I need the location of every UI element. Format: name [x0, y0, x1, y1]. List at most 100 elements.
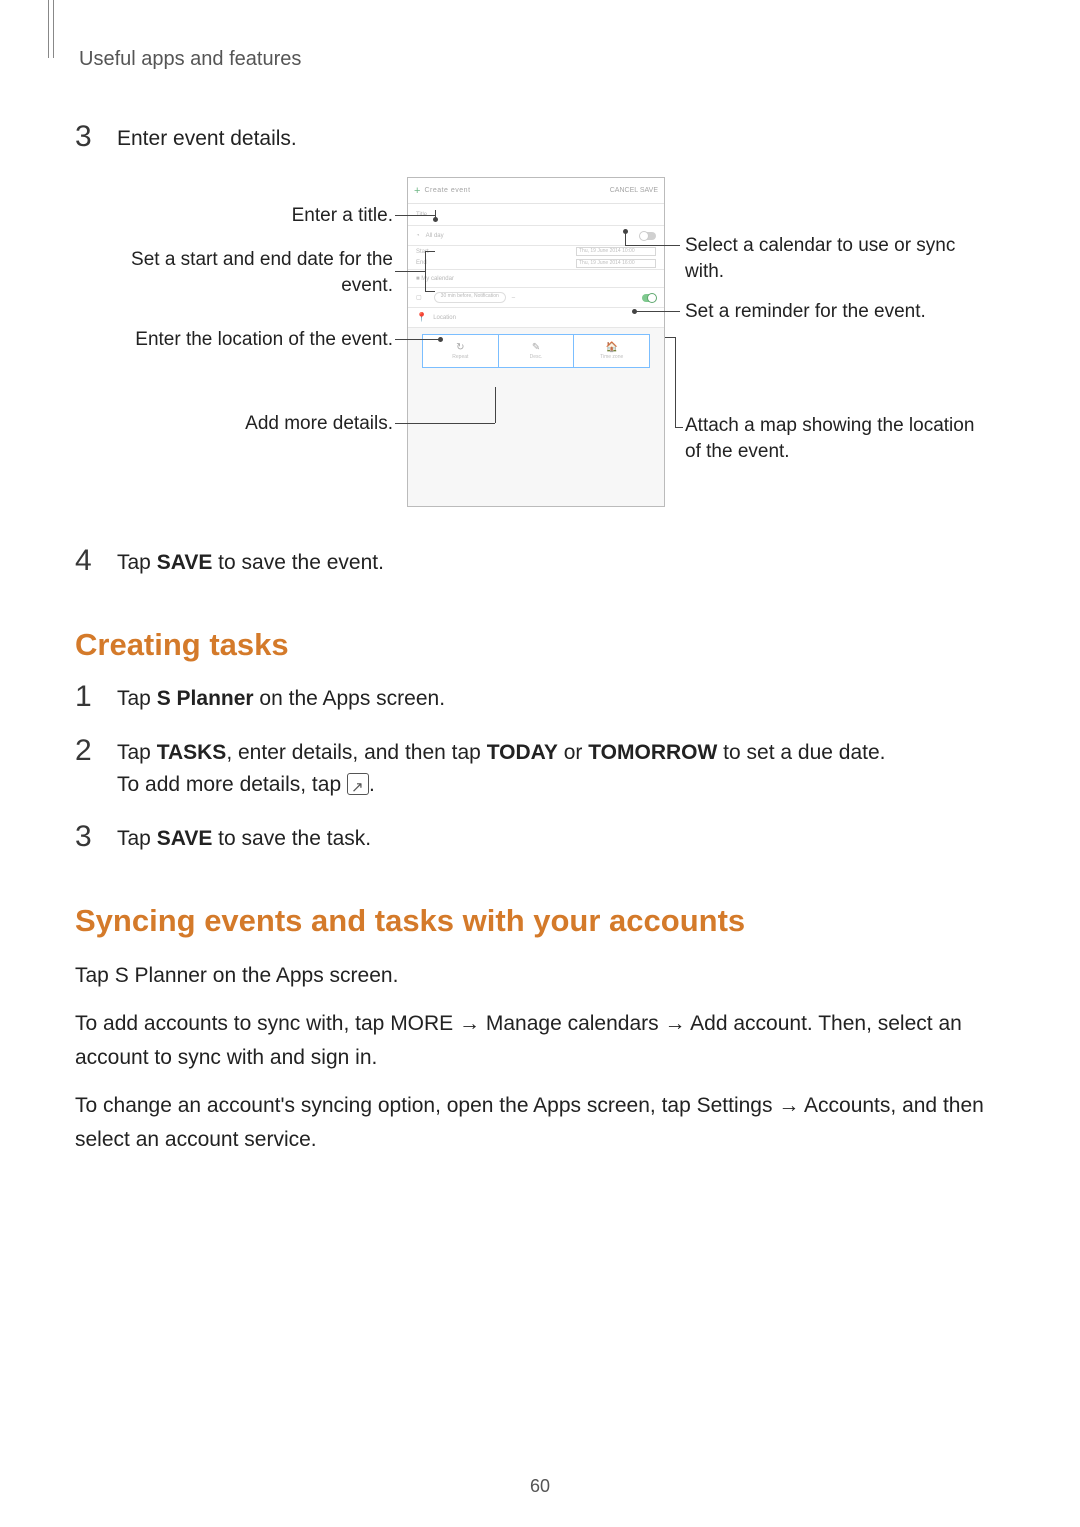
tab-tz-label: Time zone [600, 354, 623, 360]
detail-tabs: ↻Repeat ✎Desc. 🏠Time zone [422, 334, 650, 368]
location-row: 📍 Location [408, 308, 664, 328]
lead-dates-t2 [425, 291, 435, 292]
t: to set a due date. [717, 741, 885, 764]
lead-cal-dot [623, 229, 628, 234]
heading-syncing: Syncing events and tasks with your accou… [75, 903, 1005, 939]
t-bold: Manage calendars [486, 1012, 659, 1035]
expand-icon [347, 773, 369, 795]
t: Tap [117, 827, 157, 850]
phone-header-title: Create event [424, 187, 609, 194]
tasks-list: 1 Tap S Planner on the Apps screen. 2 Ta… [75, 683, 1005, 855]
t-bold: Accounts [804, 1094, 890, 1117]
tasks-step-3: 3 Tap SAVE to save the task. [75, 823, 1005, 855]
arrow: → [659, 1012, 691, 1035]
tab-desc: ✎Desc. [498, 335, 574, 367]
step-number: 3 [75, 823, 101, 851]
end-datetime: Thu, 19 June 2014 16:00 [576, 259, 656, 268]
sync-p2: To add accounts to sync with, tap MORE →… [75, 1007, 1005, 1075]
t: to save the task. [212, 827, 371, 850]
tasks-step-1: 1 Tap S Planner on the Apps screen. [75, 683, 1005, 715]
step-text: Tap TASKS, enter details, and then tap T… [117, 737, 1005, 801]
t: on the Apps screen. [207, 964, 398, 987]
lead-map-t [665, 337, 675, 338]
t-bold: TODAY [487, 741, 558, 764]
sync-p1: Tap S Planner on the Apps screen. [75, 959, 1005, 993]
t: Tap [117, 551, 157, 574]
callout-reminder: Set a reminder for the event. [685, 299, 985, 325]
t: To add accounts to sync with, tap [75, 1012, 390, 1035]
event-figure: + Create event CANCEL SAVE Title ◔ All d… [75, 177, 1005, 517]
arrow: → [453, 1012, 486, 1035]
reminder-chip: 30 min before, Notification [434, 292, 506, 303]
t: to save the event. [212, 551, 384, 574]
step-text: Tap SAVE to save the event. [117, 547, 1005, 579]
step-number: 2 [75, 737, 101, 765]
bell-icon: ▢ [416, 294, 422, 301]
lead-map-h [675, 427, 683, 428]
lead-more-v [495, 387, 496, 423]
sync-p3: To change an account's syncing option, o… [75, 1089, 1005, 1157]
t-bold: S Planner [115, 964, 207, 987]
step-3: 3 Enter event details. [75, 123, 1005, 155]
t-bold: SAVE [157, 827, 213, 850]
step-text: Tap SAVE to save the task. [117, 823, 1005, 855]
start-label: Start [416, 249, 429, 255]
lead-dates-v [425, 251, 426, 291]
repeat-icon: ↻ [456, 342, 464, 353]
step-number: 4 [75, 547, 101, 575]
start-datetime: Thu, 19 June 2014 10:00 [576, 247, 656, 256]
t-bold: S Planner [157, 687, 254, 710]
step-4: 4 Tap SAVE to save the event. [75, 547, 1005, 579]
lead-title-h [395, 215, 435, 216]
phone-header-actions: CANCEL SAVE [610, 187, 658, 194]
plus-icon: + [414, 185, 420, 197]
t-bold: TOMORROW [588, 741, 717, 764]
t: To change an account's syncing option, o… [75, 1094, 697, 1117]
desc-icon: ✎ [532, 342, 540, 353]
lead-cal-h [625, 245, 680, 246]
step-number: 1 [75, 683, 101, 711]
callout-location: Enter the location of the event. [75, 327, 393, 353]
lead-loc-dot [438, 337, 443, 342]
step-number: 3 [75, 123, 101, 151]
reminder-switch [642, 294, 656, 302]
callout-title: Enter a title. [75, 203, 393, 229]
phone-header: + Create event CANCEL SAVE [408, 178, 664, 204]
lead-more-h [395, 423, 495, 424]
callout-calendar: Select a calendar to use or sync with. [685, 233, 985, 285]
callout-dates: Set a start and end date for the event. [75, 247, 393, 299]
t: Tap [75, 964, 115, 987]
t: , enter details, and then tap [226, 741, 486, 764]
section-a-list-2: 4 Tap SAVE to save the event. [75, 547, 1005, 579]
allday-switch [640, 232, 656, 240]
phone-mock: + Create event CANCEL SAVE Title ◔ All d… [407, 177, 665, 507]
tab-timezone: 🏠Time zone [573, 335, 649, 367]
location-placeholder: Location [433, 315, 456, 321]
page-number: 60 [0, 1476, 1080, 1497]
section-a-list: 3 Enter event details. [75, 123, 1005, 155]
pin-icon: 📍 [416, 312, 427, 323]
reminder-row: ▢ 30 min before, Notification – [408, 288, 664, 308]
tab-repeat-label: Repeat [452, 354, 468, 360]
clock-icon: ◔ [416, 233, 420, 239]
lead-rem-dot [632, 309, 637, 314]
timezone-icon: 🏠 [605, 342, 617, 353]
callout-more: Add more details. [75, 411, 393, 437]
time-row: Start End Thu, 19 June 2014 10:00 Thu, 1… [408, 246, 664, 270]
calendar-label: ■ My calendar [416, 276, 454, 282]
t-bold: Add account [690, 1012, 807, 1035]
callout-map: Attach a map showing the location of the… [685, 413, 985, 465]
step-text: Enter event details. [117, 123, 1005, 155]
t: or [558, 741, 588, 764]
lead-title-dot [433, 217, 438, 222]
tab-desc-label: Desc. [530, 354, 543, 360]
step-text: Tap S Planner on the Apps screen. [117, 683, 1005, 715]
heading-creating-tasks: Creating tasks [75, 627, 1005, 663]
t-bold: TASKS [157, 741, 227, 764]
t: Tap [117, 687, 157, 710]
lead-dates-h [395, 271, 425, 272]
lead-rem-h [635, 311, 680, 312]
tasks-step-2: 2 Tap TASKS, enter details, and then tap… [75, 737, 1005, 801]
t-bold: SAVE [157, 551, 213, 574]
t: Tap [117, 741, 157, 764]
